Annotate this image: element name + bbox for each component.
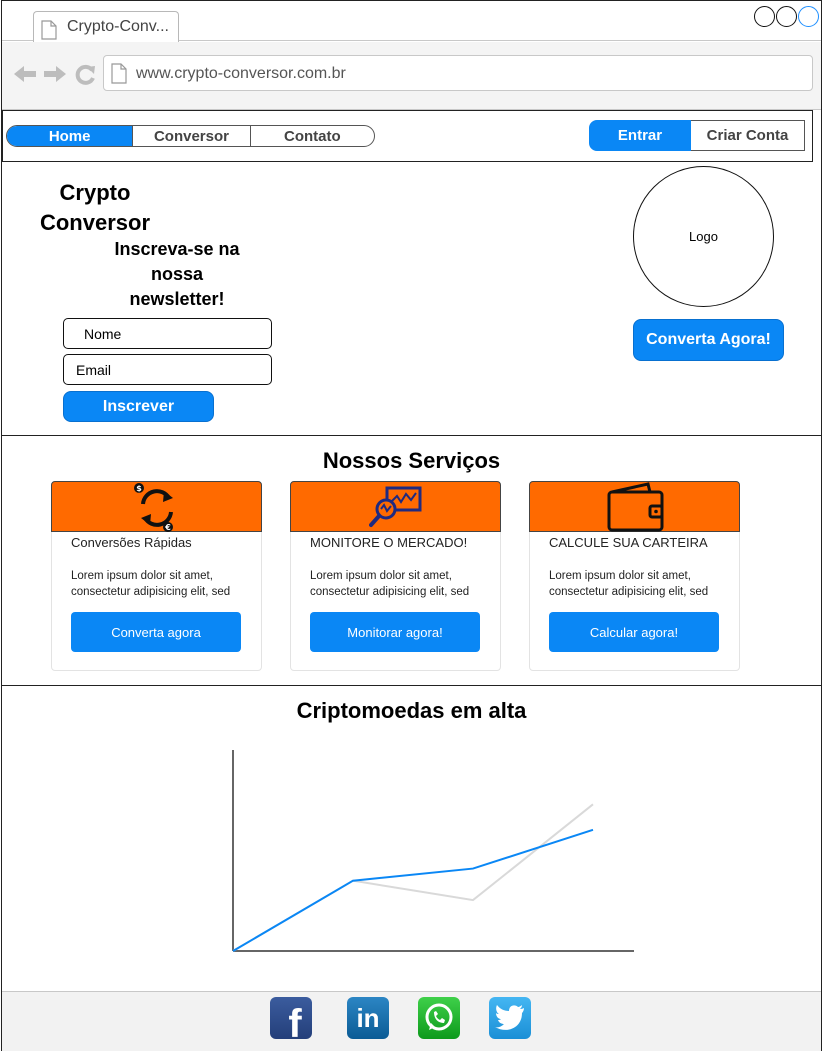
nav-home[interactable]: Home [7,126,133,146]
minimize-button[interactable] [754,6,775,27]
services-title: Nossos Serviços [322,448,501,473]
tab-bar: Crypto-Conv... [2,1,821,42]
card-header [529,481,740,532]
address-bar[interactable]: www.crypto-conversor.com.br [103,55,813,91]
nav-conversor[interactable]: Conversor [132,126,249,146]
card-title: CALCULE SUA CARTEIRA [549,535,708,550]
browser-tab[interactable]: Crypto-Conv... [33,11,179,42]
bird-glyph [495,1005,524,1030]
name-field[interactable]: Nome [63,318,272,349]
service-card-conversions: $ € Conversões Rápidas Lorem ipsum dolor… [51,481,262,671]
monitor-button[interactable]: Monitorar agora! [310,612,480,652]
signup-button[interactable]: Criar Conta [691,120,805,151]
series-line-1 [232,803,594,952]
page-icon [41,20,57,40]
svg-text:$: $ [136,484,142,493]
nav-contato[interactable]: Contato [249,126,374,146]
convert-now-button[interactable]: Converta Agora! [633,319,784,361]
card-text: Lorem ipsum dolor sit amet, consectetur … [549,570,709,598]
auth-buttons: Entrar Criar Conta [589,120,805,151]
exchange-arrows-icon: $ € [133,483,173,532]
market-monitor-icon [368,486,421,527]
site-header: Home Conversor Contato Entrar Criar Cont… [2,110,813,162]
whatsapp-icon[interactable] [418,997,460,1039]
newsletter-heading: Inscreva-se na nossa newsletter! [114,239,240,309]
twitter-icon[interactable] [489,997,531,1039]
service-card-wallet: CALCULE SUA CARTEIRA Lorem ipsum dolor s… [529,481,740,671]
reload-icon[interactable] [74,64,96,86]
card-header: $ € [51,481,262,532]
browser-toolbar: www.crypto-conversor.com.br [2,42,821,110]
facebook-icon[interactable]: f [270,997,312,1039]
logo-placeholder: Logo [633,166,774,307]
brand-title: Crypto Conversor [39,180,151,235]
svg-text:€: € [164,523,171,532]
forward-arrow-icon[interactable] [43,64,67,84]
back-arrow-icon[interactable] [13,64,37,84]
restore-button[interactable] [776,6,797,27]
subscribe-button[interactable]: Inscrever [63,391,214,422]
whatsapp-glyph [425,1003,453,1031]
logo-label: Logo [689,229,718,244]
trending-section: Criptomoedas em alta [2,686,821,991]
convert-button[interactable]: Converta agora [71,612,241,652]
services-section: Nossos Serviços $ € Conversões Rápidas L… [2,436,821,686]
hero-section: Crypto Conversor Inscreva-se na nossa ne… [2,162,821,436]
tab-title: Crypto-Conv... [67,18,169,35]
card-title: MONITORE O MERCADO! [310,535,468,550]
linkedin-icon[interactable]: in [347,997,389,1039]
service-card-market: MONITORE O MERCADO! Lorem ipsum dolor si… [290,481,501,671]
url-text: www.crypto-conversor.com.br [136,65,346,82]
card-text: Lorem ipsum dolor sit amet, consectetur … [71,570,231,598]
main-nav: Home Conversor Contato [6,125,375,147]
wallet-icon [607,482,663,532]
email-field[interactable]: Email [63,354,272,385]
close-button[interactable] [798,6,819,27]
card-text: Lorem ipsum dolor sit amet, consectetur … [310,570,470,598]
card-title: Conversões Rápidas [71,535,192,550]
trend-chart [232,750,634,952]
card-header [290,481,501,532]
footer: f in [2,991,821,1051]
page-icon [111,63,127,84]
browser-window: Crypto-Conv... www.crypto-conversor.com.… [1,0,822,1051]
window-controls [754,6,819,27]
calculate-button[interactable]: Calcular agora! [549,612,719,652]
login-button[interactable]: Entrar [589,120,691,151]
